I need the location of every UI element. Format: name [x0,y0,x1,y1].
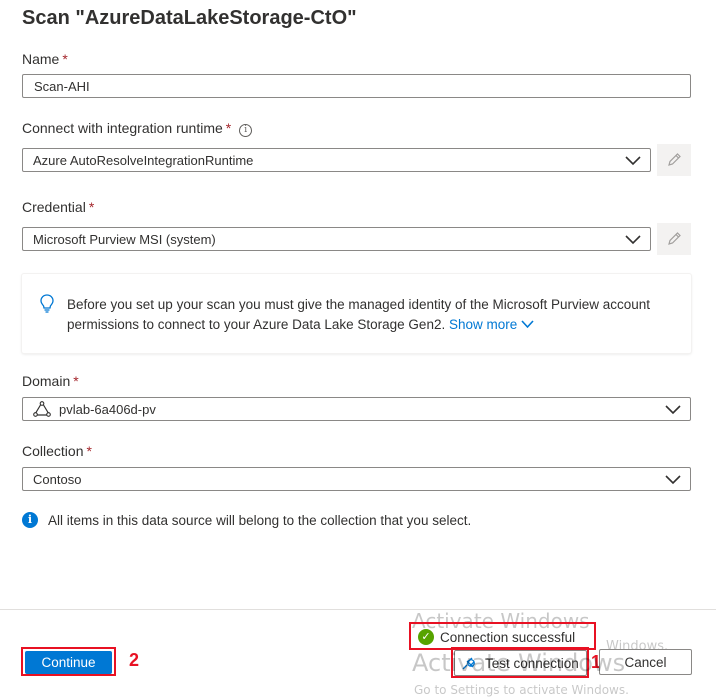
edit-runtime-button[interactable] [657,144,691,176]
domain-label: Domain * [22,373,79,389]
chevron-down-icon [521,320,534,329]
footer-divider [0,609,716,610]
runtime-label: Connect with integration runtime * i [22,120,253,137]
show-more-link[interactable]: Show more [449,317,534,332]
info-icon[interactable]: i [239,124,253,137]
chevron-down-icon [625,156,641,166]
domain-dropdown[interactable]: pvlab-6a406d-pv [22,397,691,421]
chevron-down-icon [665,405,681,415]
required-marker: * [62,51,68,67]
collection-label: Collection * [22,443,92,459]
info-message-box: Before you set up your scan you must giv… [22,274,691,353]
test-connection-button[interactable]: Test connection [454,650,587,676]
edit-credential-button[interactable] [657,223,691,255]
page-title: Scan "AzureDataLakeStorage-CtO" [22,7,357,29]
collection-dropdown[interactable]: Contoso [22,467,691,491]
annotation-marker-2: 2 [129,650,140,670]
required-marker: * [86,443,92,459]
credential-label: Credential * [22,199,95,215]
plug-icon [462,657,475,670]
connection-status: ✓ Connection successful [418,629,575,645]
credential-dropdown[interactable]: Microsoft Purview MSI (system) [22,227,651,251]
check-circle-icon: ✓ [418,629,434,645]
required-marker: * [73,373,79,389]
domain-icon [33,401,51,417]
pencil-icon [668,153,681,166]
name-label: Name * [22,51,68,67]
collection-note: i All items in this data source will bel… [22,512,471,528]
chevron-down-icon [625,235,641,245]
required-marker: * [225,120,232,136]
name-input[interactable]: Scan-AHI [22,74,691,98]
pencil-icon [668,232,681,245]
runtime-dropdown[interactable]: Azure AutoResolveIntegrationRuntime [22,148,651,172]
continue-button[interactable]: Continue [25,651,112,674]
info-icon: i [22,512,38,528]
chevron-down-icon [665,475,681,485]
cancel-button[interactable]: Cancel [599,649,692,675]
required-marker: * [88,199,95,215]
info-message-text: Before you set up your scan you must giv… [67,297,651,332]
lightbulb-icon [40,294,54,313]
watermark-line-4: Go to Settings to activate Windows. [414,683,629,697]
